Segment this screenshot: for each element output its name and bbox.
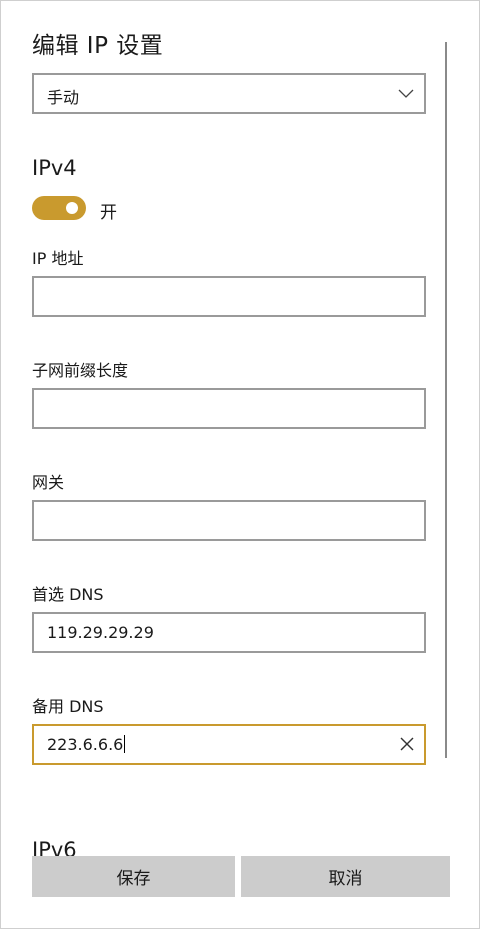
ipv4-toggle-label: 开 bbox=[100, 203, 117, 223]
page-title: 编辑 IP 设置 bbox=[32, 33, 164, 59]
ipv6-heading: IPv6 bbox=[32, 838, 77, 856]
toggle-knob bbox=[66, 202, 78, 214]
gateway-label: 网关 bbox=[32, 473, 65, 492]
ip-mode-value: 手动 bbox=[47, 88, 80, 107]
ipv4-heading: IPv4 bbox=[32, 156, 77, 180]
ip-address-label: IP 地址 bbox=[32, 249, 84, 268]
chevron-down-icon bbox=[398, 89, 414, 98]
subnet-prefix-input[interactable] bbox=[32, 388, 426, 429]
subnet-prefix-label: 子网前缀长度 bbox=[32, 361, 129, 380]
ip-address-input[interactable] bbox=[32, 276, 426, 317]
gateway-input[interactable] bbox=[32, 500, 426, 541]
alternate-dns-text: 223.6.6.6 bbox=[47, 735, 126, 754]
settings-panel bbox=[0, 0, 480, 929]
cancel-button[interactable]: 取消 bbox=[241, 856, 450, 897]
clear-icon[interactable] bbox=[400, 737, 414, 751]
alternate-dns-input[interactable]: 223.6.6.6 bbox=[32, 724, 426, 765]
alternate-dns-label: 备用 DNS bbox=[32, 697, 104, 716]
text-caret bbox=[124, 735, 126, 753]
ip-mode-select[interactable]: 手动 bbox=[32, 73, 426, 114]
preferred-dns-label: 首选 DNS bbox=[32, 585, 104, 604]
preferred-dns-value: 119.29.29.29 bbox=[47, 623, 154, 642]
save-button[interactable]: 保存 bbox=[32, 856, 235, 897]
scrollbar[interactable] bbox=[445, 42, 447, 758]
alternate-dns-value: 223.6.6.6 bbox=[47, 735, 124, 754]
preferred-dns-input[interactable]: 119.29.29.29 bbox=[32, 612, 426, 653]
ipv4-toggle[interactable] bbox=[32, 196, 86, 220]
